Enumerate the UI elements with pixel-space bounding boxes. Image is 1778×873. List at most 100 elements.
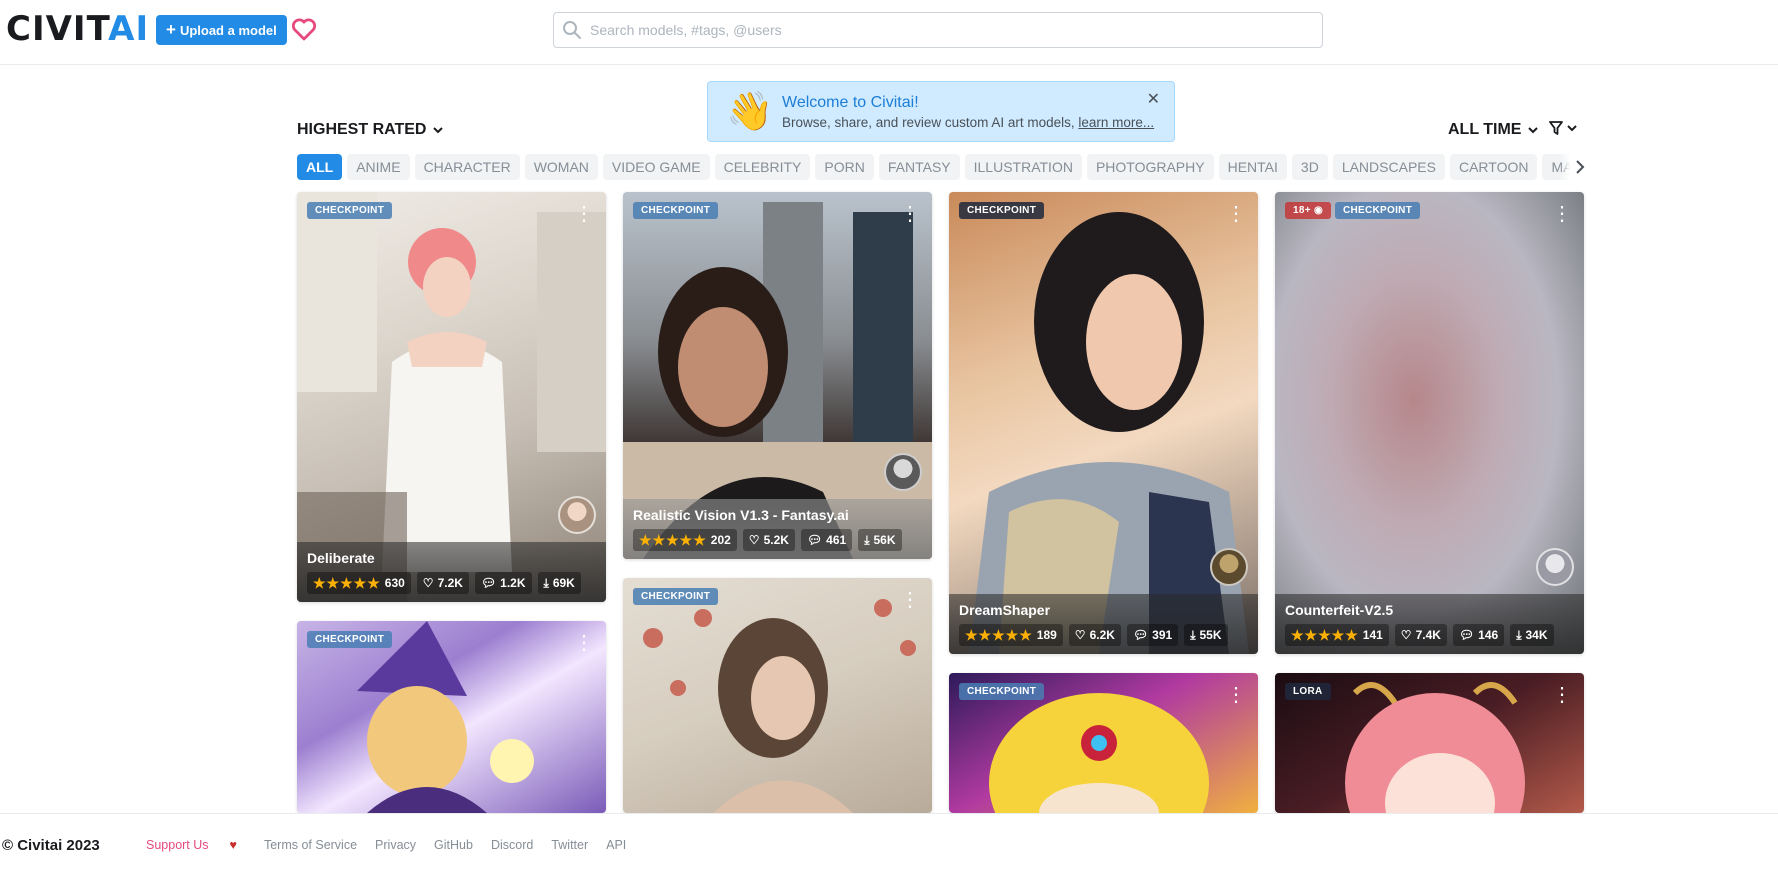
likes-stat: ♡ 5.2K [742, 529, 795, 551]
tag-hentai[interactable]: HENTAI [1218, 154, 1287, 180]
filter-button[interactable] [1548, 120, 1578, 136]
model-card[interactable]: CHECKPOINT ⋮ [949, 673, 1258, 813]
heart-icon: ♡ [748, 533, 760, 547]
comments-stat: 💬︎ 461 [800, 529, 853, 551]
privacy-link[interactable]: Privacy [375, 838, 416, 852]
card-footer: Realistic Vision V1.3 - Fantasy.ai ★★★★★… [623, 499, 932, 559]
comment-icon: 💬︎ [480, 576, 497, 590]
likes-stat: ♡ 7.2K [416, 572, 469, 594]
chevron-down-icon [433, 127, 444, 134]
more-options-icon[interactable]: ⋮ [1226, 204, 1246, 224]
learn-more-link[interactable]: learn more... [1078, 115, 1154, 130]
welcome-alert: 👋 Welcome to Civitai! Browse, share, and… [707, 81, 1175, 142]
card-footer: Counterfeit-V2.5 ★★★★★ 141 ♡ 7.4K 💬︎ 146 ⤓ 3… [1275, 594, 1584, 654]
heart-icon: ♡ [422, 576, 434, 590]
model-card[interactable]: 18+ ◉ CHECKPOINT ⋮ Counterfeit-V2.5 ★★★★… [1275, 192, 1584, 654]
more-options-icon[interactable]: ⋮ [900, 204, 920, 224]
tag-landscapes[interactable]: LANDSCAPES [1332, 154, 1445, 180]
tag-celebrity[interactable]: CELEBRITY [714, 154, 811, 180]
terms-link[interactable]: Terms of Service [264, 838, 357, 852]
more-options-icon[interactable]: ⋮ [574, 204, 594, 224]
search-input[interactable] [590, 22, 1290, 38]
downloads-stat: ⤓ 56K [858, 529, 902, 551]
star-rating-icon: ★★★★★ [313, 574, 381, 591]
tag-porn[interactable]: PORN [815, 154, 874, 180]
comments-stat: 💬︎ 1.2K [474, 572, 532, 594]
upload-model-button[interactable]: + Upload a model [156, 15, 287, 45]
likes-stat: ♡ 6.2K [1068, 624, 1121, 646]
comments-stat: 💬︎ 391 [1126, 624, 1179, 646]
model-card[interactable]: CHECKPOINT ⋮ Realistic Vision V1.3 - Fan… [623, 192, 932, 559]
model-name: DreamShaper [959, 602, 1051, 618]
model-name: Deliberate [307, 550, 375, 566]
chevron-right-icon [1576, 160, 1585, 174]
top-header: CIVITAI + Upload a model [0, 0, 1778, 65]
more-options-icon[interactable]: ⋮ [1226, 685, 1246, 705]
tag-photography[interactable]: PHOTOGRAPHY [1086, 154, 1214, 180]
model-card[interactable]: CHECKPOINT ⋮ [297, 621, 606, 813]
support-heart-icon[interactable] [289, 14, 319, 44]
creator-avatar[interactable] [1210, 548, 1248, 586]
tag-filter-bar: ALL ANIME CHARACTER WOMAN VIDEO GAME CELEBRIT… [297, 154, 1580, 180]
model-card[interactable]: CHECKPOINT ⋮ Deliberate ★★★★★ 630 ♡ 7.2K 💬… [297, 192, 606, 602]
copyright-text: © Civitai 2023 [2, 837, 100, 854]
welcome-title: Welcome to Civitai! [782, 94, 919, 111]
tag-3d[interactable]: 3D [1291, 154, 1328, 180]
search-bar[interactable] [553, 12, 1323, 48]
sort-dropdown[interactable]: HIGHEST RATED [297, 121, 444, 139]
more-options-icon[interactable]: ⋮ [574, 633, 594, 653]
tag-cartoon[interactable]: CARTOON [1449, 154, 1538, 180]
card-footer: DreamShaper ★★★★★ 189 ♡ 6.2K 💬︎ 391 ⤓ 55K [949, 594, 1258, 654]
model-type-badge: CHECKPOINT [307, 202, 393, 219]
welcome-body: Browse, share, and review custom AI art … [782, 115, 1155, 130]
model-type-badge: CHECKPOINT [307, 631, 393, 648]
heart-icon: ♥ [229, 838, 237, 852]
tags-scroll-right-button[interactable] [1560, 154, 1586, 180]
downloads-stat: ⤓ 34K [1510, 624, 1554, 646]
comment-icon: 💬︎ [1458, 628, 1475, 642]
search-icon [554, 13, 590, 47]
model-preview-image [297, 192, 606, 602]
github-link[interactable]: GitHub [434, 838, 473, 852]
model-type-badge: CHECKPOINT [959, 202, 1045, 219]
site-footer: © Civitai 2023 Support Us ♥ Terms of Serv… [0, 813, 1778, 873]
period-dropdown[interactable]: ALL TIME [1448, 121, 1539, 139]
model-type-badge: CHECKPOINT [633, 588, 719, 605]
api-link[interactable]: API [606, 838, 626, 852]
nsfw-badge[interactable]: 18+ ◉ [1285, 202, 1331, 219]
more-options-icon[interactable]: ⋮ [1552, 204, 1572, 224]
tag-character[interactable]: CHARACTER [414, 154, 520, 180]
more-options-icon[interactable]: ⋮ [1552, 685, 1572, 705]
twitter-link[interactable]: Twitter [551, 838, 588, 852]
creator-avatar[interactable] [1536, 548, 1574, 586]
eye-icon: ◉ [1313, 205, 1323, 216]
chevron-down-icon [1528, 127, 1539, 134]
more-options-icon[interactable]: ⋮ [900, 590, 920, 610]
download-icon: ⤓ [1516, 627, 1522, 642]
model-card[interactable]: LORA ⋮ [1275, 673, 1584, 813]
support-us-link[interactable]: Support Us ♥ [137, 838, 246, 852]
tag-anime[interactable]: ANIME [347, 154, 410, 180]
download-icon: ⤓ [543, 575, 549, 590]
comment-icon: 💬︎ [1132, 628, 1149, 642]
creator-avatar[interactable] [884, 453, 922, 491]
model-type-badge: CHECKPOINT [633, 202, 719, 219]
close-icon[interactable]: ✕ [1147, 92, 1160, 108]
rating-stat: ★★★★★ 141 [1285, 624, 1389, 646]
tag-fantasy[interactable]: FANTASY [878, 154, 960, 180]
civitai-logo[interactable]: CIVITAI [6, 12, 149, 46]
rating-stat: ★★★★★ 202 [633, 529, 737, 551]
model-card[interactable]: CHECKPOINT ⋮ [623, 578, 932, 813]
model-type-badge: LORA [1285, 683, 1331, 700]
discord-link[interactable]: Discord [491, 838, 533, 852]
model-name: Realistic Vision V1.3 - Fantasy.ai [633, 507, 849, 523]
model-type-badge: CHECKPOINT [1335, 202, 1421, 219]
downloads-stat: ⤓ 55K [1184, 624, 1228, 646]
creator-avatar[interactable] [558, 496, 596, 534]
tag-all[interactable]: ALL [297, 154, 343, 180]
tag-woman[interactable]: WOMAN [524, 154, 598, 180]
tag-illustration[interactable]: ILLUSTRATION [964, 154, 1082, 180]
model-card[interactable]: CHECKPOINT ⋮ DreamShaper ★★★★★ 189 ♡ 6.2K … [949, 192, 1258, 654]
tag-video-game[interactable]: VIDEO GAME [602, 154, 710, 180]
comment-icon: 💬︎ [806, 533, 823, 547]
